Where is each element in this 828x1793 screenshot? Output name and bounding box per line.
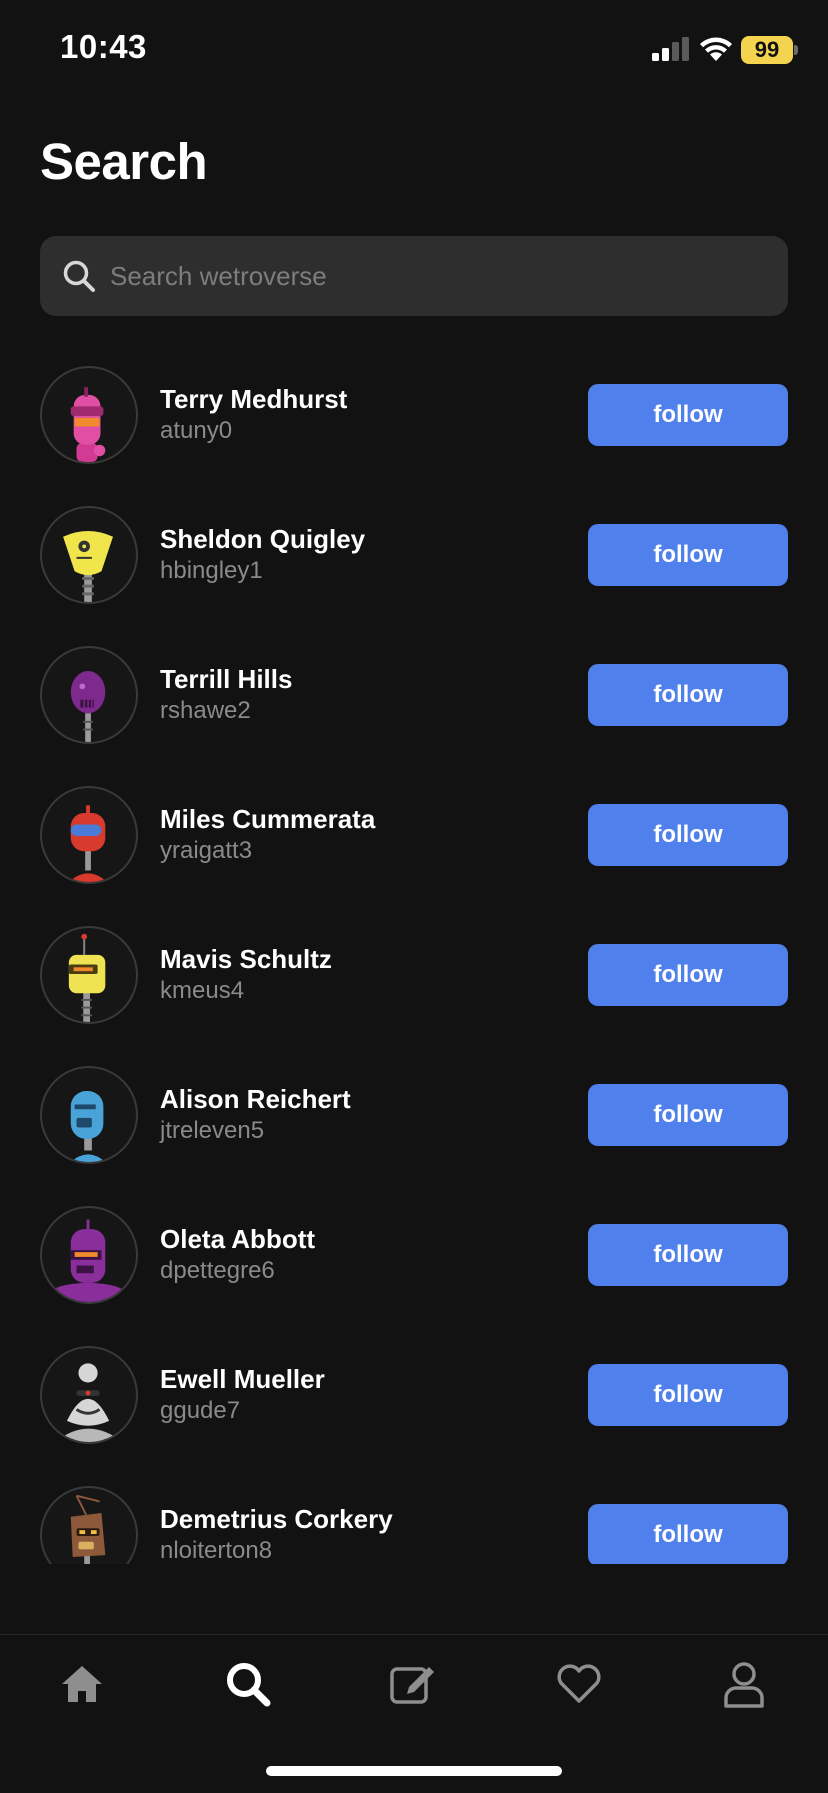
list-item[interactable]: Mavis Schultz kmeus4 follow [0,900,828,1040]
yellow-antenna-robot-avatar[interactable] [40,926,138,1024]
pink-robot-avatar[interactable] [40,366,138,464]
list-item[interactable]: Terrill Hills rshawe2 follow [0,620,828,760]
user-name: Terrill Hills [160,664,293,694]
tab-profile[interactable] [694,1649,794,1719]
user-handle: jtreleven5 [160,1117,265,1144]
user-list: Terry Medhurst atuny0 follow Sheldon Qui… [0,340,828,1564]
status-bar: 10:43 99 [0,0,828,100]
user-name: Oleta Abbott [160,1224,316,1254]
user-handle: atuny0 [160,417,233,444]
follow-button[interactable]: follow [588,944,788,1006]
battery-indicator: 99 [741,36,793,64]
wifi-icon [700,37,732,61]
tab-home[interactable] [32,1649,132,1719]
list-item[interactable]: Demetrius Corkery nloiterton8 follow [0,1460,828,1564]
user-name: Miles Cummerata [160,804,376,834]
list-item[interactable]: Alison Reichert jtreleven5 follow [0,1040,828,1180]
battery-tip [794,45,798,55]
gray-robot-avatar[interactable] [40,1346,138,1444]
blue-robot-avatar[interactable] [40,1066,138,1164]
search-icon [63,260,95,292]
user-handle: nloiterton8 [160,1537,273,1564]
list-item[interactable]: Ewell Mueller ggude7 follow [0,1320,828,1460]
brown-robot-avatar[interactable] [40,1486,138,1564]
tab-favorites[interactable] [529,1649,629,1719]
search-bar[interactable] [40,236,788,316]
follow-button[interactable]: follow [588,1084,788,1146]
page-title: Search [40,133,208,190]
search-icon [227,1663,271,1707]
user-name: Terry Medhurst [160,384,348,414]
follow-button[interactable]: follow [588,384,788,446]
status-time: 10:43 [60,28,147,65]
list-item[interactable]: Terry Medhurst atuny0 follow [0,340,828,480]
red-robot-avatar[interactable] [40,786,138,884]
follow-button[interactable]: follow [588,664,788,726]
user-handle: yraigatt3 [160,837,253,864]
user-name: Mavis Schultz [160,944,332,974]
follow-button[interactable]: follow [588,1504,788,1564]
heart-icon [557,1664,601,1703]
cellular-signal-icon [652,37,689,61]
list-item[interactable]: Sheldon Quigley hbingley1 follow [0,480,828,620]
yellow-robot-avatar[interactable] [40,506,138,604]
user-name: Ewell Mueller [160,1364,325,1394]
list-item[interactable]: Oleta Abbott dpettegre6 follow [0,1180,828,1320]
tab-search[interactable] [198,1649,298,1719]
user-name: Sheldon Quigley [160,524,366,554]
follow-button[interactable]: follow [588,524,788,586]
user-handle: hbingley1 [160,557,263,584]
list-item[interactable]: Miles Cummerata yraigatt3 follow [0,760,828,900]
tab-compose[interactable] [363,1649,463,1719]
follow-button[interactable]: follow [588,804,788,866]
compose-icon [390,1667,434,1704]
search-input[interactable] [110,236,770,316]
home-indicator[interactable] [266,1766,562,1776]
user-handle: ggude7 [160,1397,241,1424]
purple-robot-avatar[interactable] [40,646,138,744]
profile-icon [724,1662,764,1708]
follow-button[interactable]: follow [588,1364,788,1426]
user-handle: kmeus4 [160,977,245,1004]
user-name: Alison Reichert [160,1084,351,1114]
home-icon [62,1666,102,1702]
user-handle: dpettegre6 [160,1257,275,1284]
user-name: Demetrius Corkery [160,1504,393,1534]
purple-hat-robot-avatar[interactable] [40,1206,138,1304]
follow-button[interactable]: follow [588,1224,788,1286]
user-handle: rshawe2 [160,697,251,724]
